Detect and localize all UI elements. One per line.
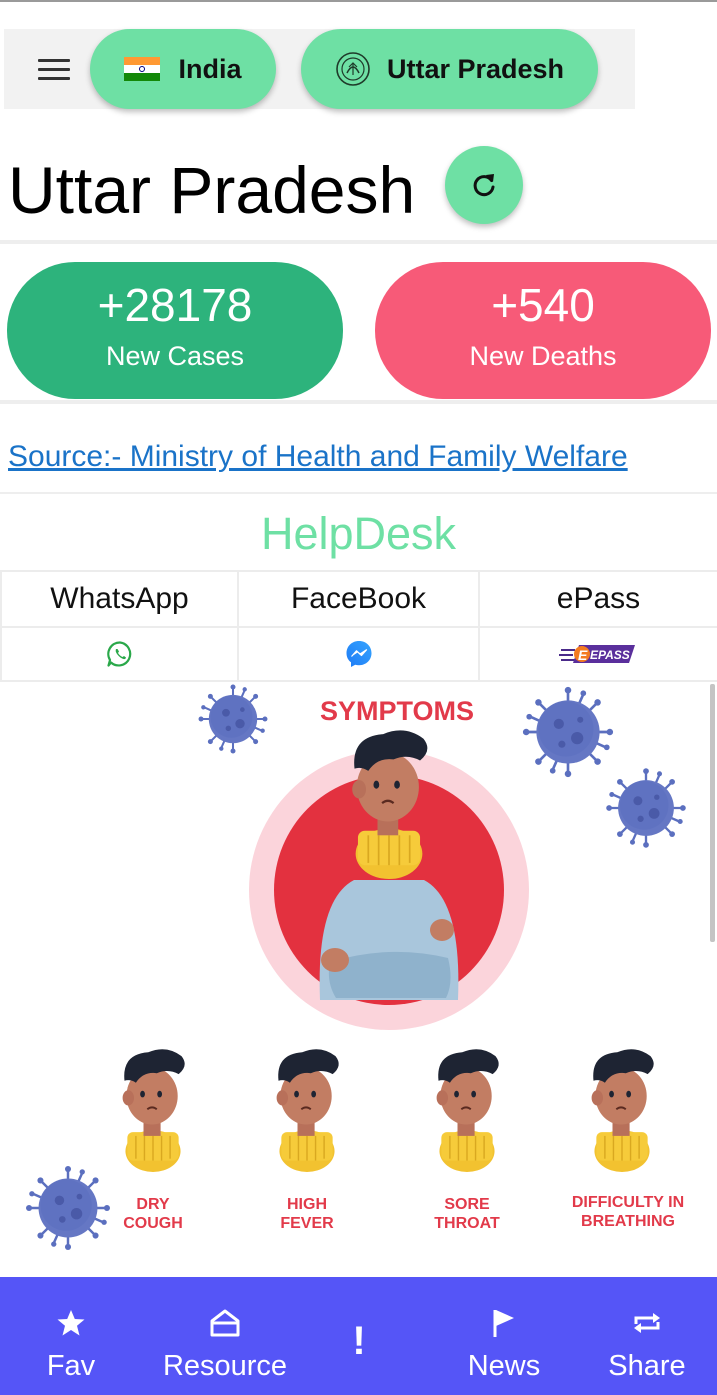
page-title: Uttar Pradesh [8,153,416,227]
state-selector-button[interactable]: Uttar Pradesh [301,29,598,109]
symptom-3-line2: THROAT [434,1215,500,1232]
flag-icon [493,1310,514,1337]
up-emblem-icon [336,52,370,86]
symptom-4-line1: DIFFICULTY IN [572,1194,684,1211]
refresh-button[interactable] [445,146,523,224]
nav-share[interactable]: Share [602,1277,692,1395]
section-divider [0,400,717,404]
helpdesk-grid: WhatsApp FaceBook ePass E EPASS [0,570,717,682]
whatsapp-button[interactable] [0,628,239,682]
nav-share-label: Share [608,1350,686,1382]
home-icon [210,1309,240,1337]
epass-label: ePass [480,572,717,628]
svg-text:E: E [578,647,588,663]
state-label: Uttar Pradesh [386,53,565,84]
nav-alert[interactable]: ! [338,1277,380,1395]
symptom-2-line2: FEVER [280,1215,334,1232]
country-label: India [178,53,242,84]
poster-heading: SYMPTOMS [320,696,474,726]
facebook-label: FaceBook [239,572,480,628]
india-flag-icon [124,57,161,81]
new-deaths-card: +540 New Deaths [375,262,711,399]
whatsapp-icon [106,641,131,667]
epass-badge-text: EPASS [590,648,630,662]
refresh-icon [473,174,495,197]
facebook-button[interactable] [239,628,480,682]
whatsapp-label: WhatsApp [0,572,239,628]
nav-fav-label: Fav [46,1350,96,1382]
nav-resource-label: Resource [162,1350,288,1382]
section-divider [0,492,717,494]
nav-news-label: News [467,1350,541,1382]
new-cases-card: +28178 New Cases [7,262,343,399]
section-divider [0,240,717,244]
scrollbar[interactable] [710,684,715,942]
source-link[interactable]: Source:- Ministry of Health and Family W… [8,440,628,474]
new-cases-value: +28178 [97,279,253,331]
country-selector-button[interactable]: India [90,29,276,109]
symptom-3-line1: SORE [444,1196,490,1213]
repeat-icon [634,1313,660,1333]
star-icon [57,1310,85,1336]
new-deaths-label: New Deaths [469,341,617,371]
status-divider [0,0,717,2]
exclamation-icon: ! [352,1319,366,1363]
messenger-icon [346,641,371,667]
symptom-2-line1: HIGH [287,1196,327,1213]
epass-button[interactable]: E EPASS [480,628,717,682]
symptom-1-line2: COUGH [123,1215,183,1232]
symptoms-poster: SYMPTOMS DRY COUGH HIGH FEVER SORE THROA… [24,683,687,1252]
hamburger-menu-icon[interactable] [38,59,70,81]
nav-resource[interactable]: Resource [158,1277,292,1395]
symptom-4-line2: BREATHING [581,1213,675,1230]
new-deaths-value: +540 [491,279,595,331]
symptom-1-line1: DRY [136,1196,170,1213]
nav-fav[interactable]: Fav [32,1277,110,1395]
bottom-navigation: Fav Resource ! News Share [0,1277,717,1395]
helpdesk-title: HelpDesk [260,508,457,559]
new-cases-label: New Cases [105,341,245,371]
epass-icon: E EPASS [558,645,635,663]
nav-news[interactable]: News [460,1277,548,1395]
